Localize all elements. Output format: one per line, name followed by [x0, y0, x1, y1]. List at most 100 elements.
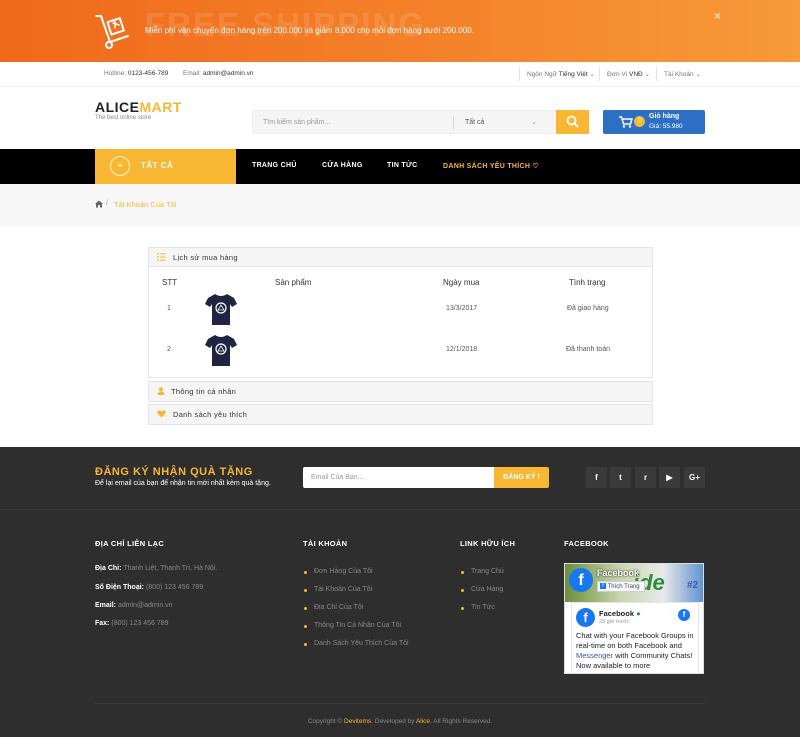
top-bar: Hotline: 0123-456-789 Email: admin@admin… [0, 62, 800, 87]
facebook-cover: ide #2 f Facebook f Thích Trang [565, 564, 703, 602]
language-dropdown[interactable]: Ngôn Ngữ Tiếng Việt ⌄ [527, 70, 595, 78]
facebook-title: FACEBOOK [564, 539, 609, 548]
wishlist-header[interactable]: Danh sách yêu thích [149, 405, 652, 424]
newsletter-title: ĐĂNG KÝ NHẬN QUÀ TẶNG [95, 466, 253, 478]
nav-home[interactable]: TRANG CHỦ [252, 162, 297, 169]
divider [0, 509, 800, 510]
newsletter-placeholder: Email Của Bạn... [311, 474, 364, 481]
search-button[interactable] [556, 110, 589, 134]
top-email-label: Email: [183, 70, 202, 77]
footer-link-shop[interactable]: Cửa Hàng [471, 586, 503, 593]
wishlist-panel[interactable]: Danh sách yêu thích [148, 404, 653, 425]
category-select[interactable]: Tất cả [465, 119, 484, 126]
account-label: Tài Khoản [664, 71, 694, 78]
facebook-like-button[interactable]: f Thích Trang [597, 581, 645, 592]
divider [656, 67, 657, 81]
row-1-status: Đã giao hàng [567, 305, 609, 312]
newsletter-subtitle: Để lại email của bạn để nhận tin mới nhấ… [95, 480, 271, 487]
copyright-brand[interactable]: Devitems [344, 718, 371, 725]
close-icon[interactable]: × [714, 9, 721, 23]
contact-address: Địa Chỉ: Thanh Liệt, Thanh Trì, Hà Nội. [95, 565, 217, 572]
contact-fax: Fax: (800) 123 456 789 [95, 620, 169, 627]
home-icon[interactable] [95, 200, 103, 208]
language-value: Tiếng Việt [558, 71, 588, 78]
rss-icon[interactable]: r [635, 467, 656, 488]
order-history-header[interactable]: Lịch sử mua hàng [149, 248, 652, 267]
nav-wishlist[interactable]: DANH SÁCH YÊU THÍCH ♡ [443, 162, 539, 170]
promo-banner: FREE SHIPPING Miễn phí vận chuyển đơn hà… [0, 0, 800, 62]
contact-title: ĐỊA CHỈ LIÊN LẠC [95, 539, 165, 548]
bullet [304, 643, 307, 646]
copyright-prefix: Copyright © [307, 718, 345, 725]
footer: ĐĂNG KÝ NHẬN QUÀ TẶNG Để lại email của b… [0, 447, 800, 737]
search-input[interactable]: Tìm kiếm sản phẩm... [263, 119, 330, 126]
footer-link-wishlist[interactable]: Danh Sách Yêu Thích Của Tôi [314, 640, 409, 647]
product-thumbnail[interactable] [205, 333, 237, 367]
main-nav: ≡ TẤT CẢ TRANG CHỦ CỬA HÀNG TIN TỨC DANH… [0, 149, 800, 184]
chevron-down-icon: ⌄ [695, 71, 701, 78]
all-categories-button[interactable]: ≡ TẤT CẢ [95, 149, 236, 184]
facebook-small-icon: f [600, 583, 606, 590]
cart-button[interactable]: 0 Giỏ hàng Giá: 55.980 [603, 110, 705, 134]
twitter-icon[interactable]: t [610, 467, 631, 488]
row-1-stt: 1 [167, 305, 171, 312]
youtube-icon[interactable]: ▶ [659, 467, 680, 488]
nav-news[interactable]: TIN TỨC [387, 162, 417, 169]
bullet [461, 589, 464, 592]
post-link[interactable]: Messenger [576, 651, 613, 660]
top-email-value: admin@admin.vn [202, 70, 254, 77]
divider [453, 116, 454, 130]
list-icon [157, 253, 166, 261]
newsletter-submit-button[interactable]: ĐĂNG KÝ ! [494, 467, 549, 488]
row-1-date: 13/3/2017 [446, 305, 478, 312]
fax-label: Fax: [95, 620, 110, 627]
divider [95, 703, 705, 704]
cart-count-badge: 0 [634, 116, 645, 127]
logo[interactable]: ALICEMART [95, 99, 182, 115]
hand-truck-icon [95, 15, 129, 49]
search-icon [566, 115, 579, 128]
order-history-title: Lịch sử mua hàng [173, 253, 238, 262]
personal-info-header[interactable]: Thông tin cá nhân [149, 382, 652, 401]
order-history-panel: Lịch sử mua hàng STT Sản phẩm Ngày mua T… [148, 247, 653, 378]
product-thumbnail[interactable] [205, 292, 237, 326]
footer-link-news[interactable]: Tin Tức [471, 604, 495, 611]
logo-part-1: ALICE [95, 99, 140, 115]
newsletter-email-input[interactable]: Email Của Bạn... [303, 467, 496, 488]
row-2-status: Đã thanh toán [566, 346, 610, 353]
phone-label: Số Điện Thoại: [95, 584, 144, 591]
footer-link-address[interactable]: Địa Chỉ Của Tôi [314, 604, 363, 611]
footer-link-home[interactable]: Trang Chủ [471, 568, 504, 575]
facebook-post: f Facebook ● 23 giờ trước f Chat with yo… [571, 602, 699, 673]
col-product: Sản phẩm [275, 278, 312, 287]
nav-shop[interactable]: CỬA HÀNG [322, 162, 363, 169]
row-2-date: 12/1/2018 [446, 346, 478, 353]
divider [519, 67, 520, 81]
facebook-small-logo-icon: f [678, 609, 690, 621]
bullet [304, 571, 307, 574]
copyright-middle: . Developed by [371, 718, 416, 725]
facebook-like-label: Thích Trang [607, 584, 640, 590]
account-links-title: TÀI KHOẢN [303, 539, 348, 548]
footer-link-profile[interactable]: Thông Tin Cá Nhân Của Tôi [314, 622, 401, 629]
facebook-page-name[interactable]: Facebook [597, 568, 639, 578]
account-dropdown[interactable]: Tài Khoản ⌄ [664, 70, 701, 78]
currency-value: VNĐ [628, 71, 643, 78]
footer-link-orders[interactable]: Đơn Hàng Của Tôi [314, 568, 373, 575]
language-label: Ngôn Ngữ [527, 71, 558, 78]
google-plus-icon[interactable]: G+ [684, 467, 705, 488]
verified-icon: ● [636, 609, 641, 618]
breadcrumb: / Tài Khoản Của Tôi [0, 184, 800, 226]
menu-icon: ≡ [110, 156, 130, 176]
footer-link-account[interactable]: Tài Khoản Của Tôi [314, 586, 372, 593]
currency-dropdown[interactable]: Đơn Vị VNĐ ⌄ [607, 70, 650, 78]
post-time: 23 giờ trước [599, 619, 630, 625]
facebook-icon[interactable]: f [586, 467, 607, 488]
post-text: Chat with your Facebook Groups in real-t… [576, 631, 696, 671]
copyright-author[interactable]: Alice [416, 718, 430, 725]
chevron-down-icon: ⌄ [531, 119, 537, 126]
facebook-widget[interactable]: ide #2 f Facebook f Thích Trang f Facebo… [564, 563, 704, 674]
personal-info-panel[interactable]: Thông tin cá nhân [148, 381, 653, 402]
copyright: Copyright © Devitems. Developed by Alice… [0, 718, 800, 725]
currency-label: Đơn Vị [607, 71, 628, 78]
